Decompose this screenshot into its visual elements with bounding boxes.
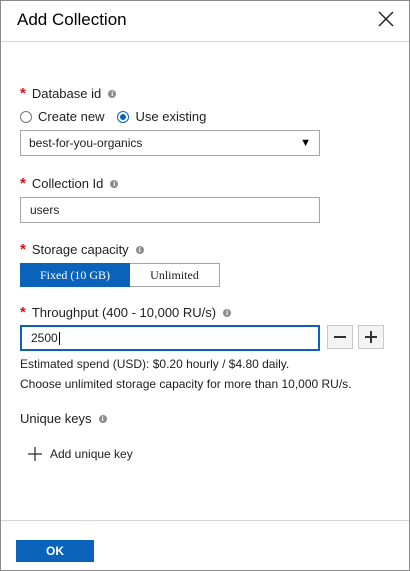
info-icon[interactable]: i [108, 89, 117, 98]
plus-icon [28, 447, 42, 461]
collection-id-value: users [30, 203, 60, 217]
plus-icon [365, 331, 377, 343]
database-select-value: best-for-you-organics [29, 136, 143, 150]
throughput-label-row: * Throughput (400 - 10,000 RU/s) i [20, 304, 232, 321]
caret-down-icon: ▼ [300, 137, 311, 149]
storage-fixed-button[interactable]: Fixed (10 GB) [20, 263, 130, 287]
database-id-label: Database id [31, 86, 102, 101]
ok-button[interactable]: OK [16, 540, 94, 562]
info-icon[interactable]: i [110, 179, 119, 188]
info-icon[interactable]: i [135, 245, 144, 254]
info-icon[interactable]: i [98, 414, 107, 423]
panel-header: Add Collection [1, 1, 409, 42]
storage-capacity-label: Storage capacity [31, 242, 129, 257]
info-icon[interactable]: i [223, 308, 232, 317]
text-cursor [58, 331, 60, 345]
collection-id-label: Collection Id [31, 176, 104, 191]
required-marker: * [20, 304, 26, 321]
add-unique-key-label: Add unique key [50, 447, 133, 461]
unique-keys-label: Unique keys [20, 411, 92, 426]
panel-title: Add Collection [17, 10, 127, 29]
decrement-button[interactable] [327, 325, 353, 349]
required-marker: * [20, 241, 26, 258]
add-unique-key-button[interactable]: Add unique key [27, 446, 133, 462]
footer-divider [1, 520, 409, 521]
unlimited-capacity-note: Choose unlimited storage capacity for mo… [20, 377, 352, 391]
radio-create-new-label: Create new [38, 109, 105, 124]
radio-unchecked-icon [20, 110, 32, 123]
add-collection-panel: Add Collection * Database id i Create ne… [0, 0, 410, 571]
storage-unlimited-button[interactable]: Unlimited [130, 263, 220, 287]
radio-checked-icon [117, 110, 130, 123]
storage-capacity-toggle: Fixed (10 GB) Unlimited [20, 263, 220, 287]
minus-icon [334, 336, 346, 338]
collection-id-input[interactable]: users [20, 197, 320, 223]
estimated-spend-text: Estimated spend (USD): $0.20 hourly / $4… [20, 357, 290, 371]
unique-keys-label-row: Unique keys i [20, 411, 107, 426]
throughput-value: 2500 [31, 331, 58, 345]
database-select[interactable]: best-for-you-organics ▼ [20, 130, 320, 156]
required-marker: * [20, 175, 26, 192]
storage-capacity-label-row: * Storage capacity i [20, 242, 144, 257]
throughput-input[interactable]: 2500 [20, 325, 320, 351]
radio-create-new[interactable]: Create new [20, 109, 104, 124]
collection-id-label-row: * Collection Id i [20, 175, 119, 192]
required-marker: * [20, 85, 26, 102]
radio-use-existing-label: Use existing [135, 109, 207, 124]
radio-use-existing[interactable]: Use existing [117, 109, 206, 124]
database-id-label-row: * Database id i [20, 85, 117, 102]
throughput-label: Throughput (400 - 10,000 RU/s) [31, 305, 217, 320]
increment-button[interactable] [358, 325, 384, 349]
close-button[interactable] [377, 10, 395, 28]
database-radio-group: Create new Use existing [20, 109, 219, 124]
close-icon [378, 11, 394, 27]
